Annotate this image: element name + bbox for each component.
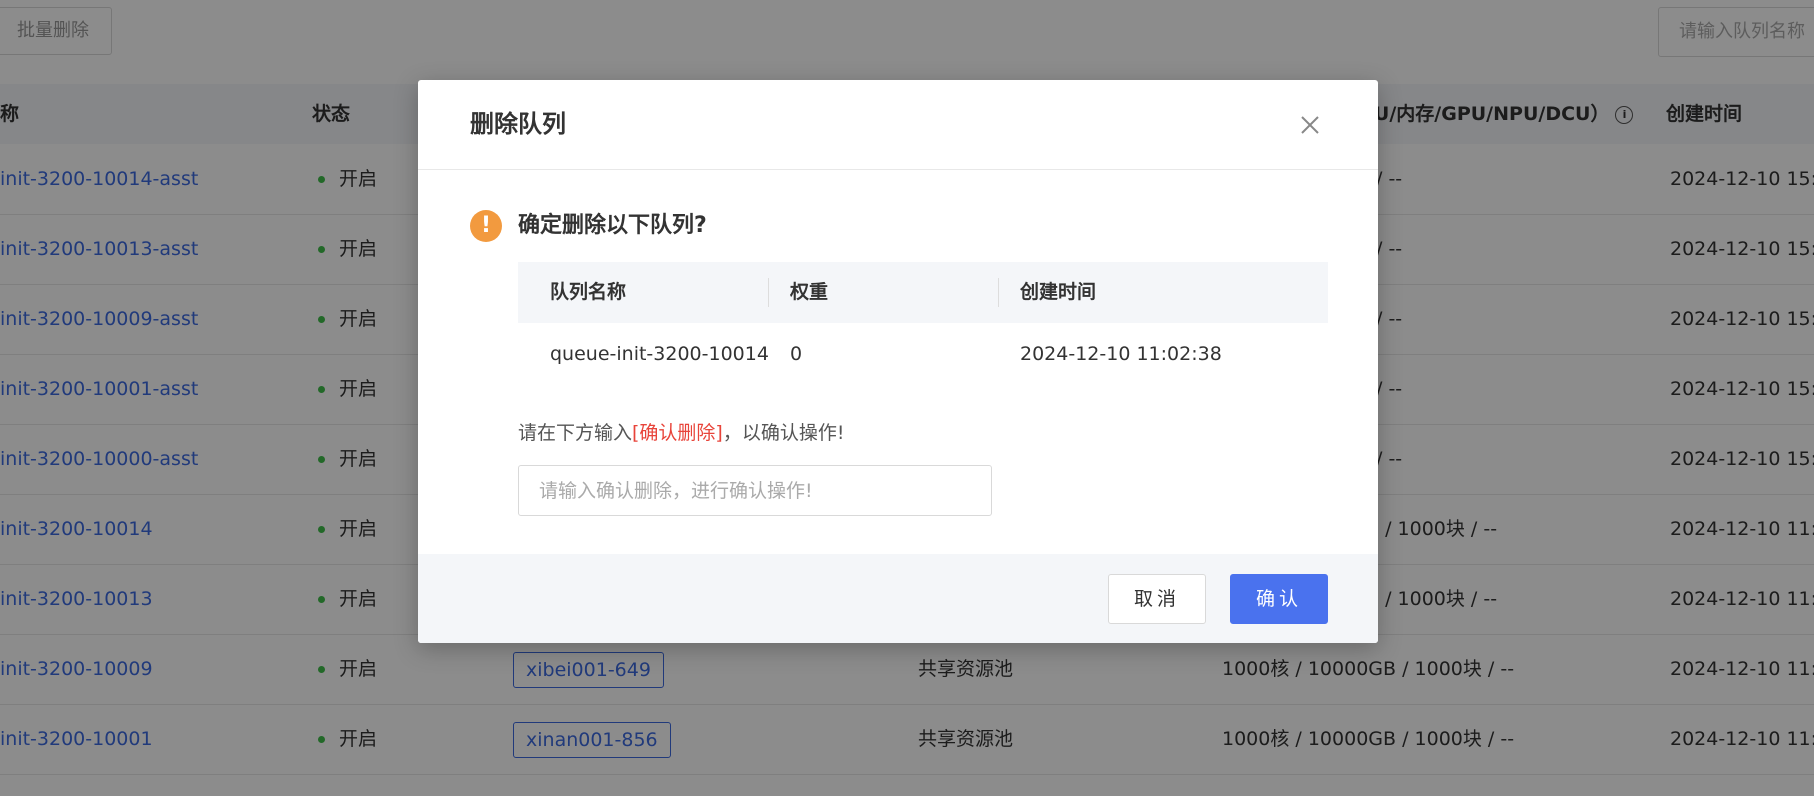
exclamation-circle-icon: ! [470,210,502,242]
table-row: queue-init-3200-10014 0 2024-12-10 11:02… [518,323,1328,386]
column-divider [768,278,769,307]
instruction-suffix: ，以确认操作! [722,422,845,444]
summary-created-time: 2024-12-10 11:02:38 [1020,343,1222,365]
column-divider [998,278,999,307]
summary-header-created: 创建时间 [1020,281,1097,303]
confirm-delete-input[interactable] [518,465,992,516]
summary-header-weight: 权重 [790,281,829,303]
dialog-title: 删除队列 [470,110,566,138]
confirm-button[interactable]: 确认 [1230,574,1328,624]
summary-header-name: 队列名称 [550,281,627,303]
confirm-instruction: 请在下方输入[确认删除]，以确认操作! [518,415,844,451]
close-icon[interactable] [1298,113,1322,137]
dialog-footer: 取消 确认 [418,554,1378,643]
dialog-header: 删除队列 [418,80,1378,170]
instruction-prefix: 请在下方输入 [518,422,633,444]
summary-table-header: 队列名称 权重 创建时间 [518,262,1328,323]
delete-queue-dialog: 删除队列 ! 确定删除以下队列? 队列名称 权重 创建时间 queue-init… [418,80,1378,643]
instruction-keyword: [确认删除] [632,422,723,444]
summary-weight: 0 [790,343,803,365]
cancel-button[interactable]: 取消 [1108,574,1206,624]
warning-message: 确定删除以下队列? [518,213,707,238]
summary-queue-name: queue-init-3200-10014 [550,343,769,365]
queue-summary-table: 队列名称 权重 创建时间 queue-init-3200-10014 0 202… [518,262,1328,386]
